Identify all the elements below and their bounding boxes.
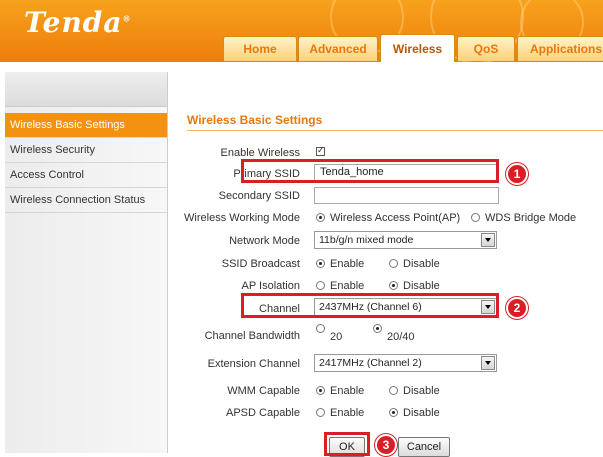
wmm-enable-radio[interactable] <box>316 386 325 395</box>
working-mode-label: Wireless Working Mode <box>184 212 300 224</box>
working-mode-wds-label: WDS Bridge Mode <box>485 212 577 224</box>
ap-isolation-enable-label: Enable <box>330 280 365 292</box>
logo-text: Tenda <box>24 6 123 39</box>
sidebar-item-wireless-basic-settings[interactable]: Wireless Basic Settings <box>5 113 167 138</box>
apsd-capable-label: APSD Capable <box>226 407 300 419</box>
ssid-broadcast-enable-radio[interactable] <box>316 259 325 268</box>
enable-wireless-checkbox[interactable]: ✓ <box>316 147 325 156</box>
ssid-broadcast-label: SSID Broadcast <box>221 258 300 270</box>
header-bar: Tenda® Home Advanced Wireless QoS Applic… <box>0 0 603 62</box>
annotation-marker-1: 1 <box>506 163 528 185</box>
network-mode-select[interactable]: 11b/g/n mixed mode <box>314 231 497 249</box>
wmm-disable-radio[interactable] <box>389 386 398 395</box>
apsd-enable-label: Enable <box>330 407 365 419</box>
cancel-button[interactable]: Cancel <box>398 437 450 457</box>
secondary-ssid-label: Secondary SSID <box>218 190 300 202</box>
tab-applications[interactable]: Applications <box>517 36 603 61</box>
ap-isolation-disable-label: Disable <box>403 280 440 292</box>
ssid-broadcast-enable-label: Enable <box>330 258 365 270</box>
header-divider <box>0 62 603 70</box>
highlight-box-2 <box>241 293 499 318</box>
wmm-enable-label: Enable <box>330 385 365 397</box>
ap-isolation-label: AP Isolation <box>241 280 300 292</box>
sidebar: Wireless Basic Settings Wireless Securit… <box>5 72 168 453</box>
tenda-logo: Tenda® <box>24 6 132 39</box>
enable-wireless-label: Enable Wireless <box>220 147 300 159</box>
ap-isolation-enable-radio[interactable] <box>316 281 325 290</box>
annotation-marker-2: 2 <box>506 297 528 319</box>
tab-home[interactable]: Home <box>223 36 297 61</box>
sidebar-item-wireless-security[interactable]: Wireless Security <box>5 138 167 163</box>
secondary-ssid-input[interactable] <box>314 187 499 204</box>
highlight-box-3 <box>324 432 370 456</box>
title-divider <box>187 130 603 131</box>
tab-advanced[interactable]: Advanced <box>298 36 378 61</box>
dropdown-arrow-icon <box>481 233 495 247</box>
ap-isolation-disable-radio[interactable] <box>389 281 398 290</box>
network-mode-label: Network Mode <box>229 235 300 247</box>
ssid-broadcast-disable-label: Disable <box>403 258 440 270</box>
extension-channel-value: 2417MHz (Channel 2) <box>319 357 422 369</box>
sidebar-header <box>5 72 167 107</box>
wmm-capable-label: WMM Capable <box>227 385 300 397</box>
network-mode-value: 11b/g/n mixed mode <box>319 234 414 246</box>
bandwidth-20-40-label: 20/40 <box>387 331 415 343</box>
wmm-disable-label: Disable <box>403 385 440 397</box>
sidebar-item-access-control[interactable]: Access Control <box>5 163 167 188</box>
dropdown-arrow-icon <box>481 356 495 370</box>
apsd-disable-radio[interactable] <box>389 408 398 417</box>
extension-channel-label: Extension Channel <box>207 358 300 370</box>
highlight-box-1 <box>241 159 499 183</box>
apsd-disable-label: Disable <box>403 407 440 419</box>
page-title: Wireless Basic Settings <box>187 113 323 127</box>
sidebar-item-wireless-connection-status[interactable]: Wireless Connection Status <box>5 188 167 213</box>
extension-channel-select[interactable]: 2417MHz (Channel 2) <box>314 354 497 372</box>
working-mode-ap-label: Wireless Access Point(AP) <box>330 212 461 224</box>
bandwidth-20-radio[interactable] <box>316 324 325 333</box>
ssid-broadcast-disable-radio[interactable] <box>389 259 398 268</box>
working-mode-wds-radio[interactable] <box>471 213 480 222</box>
bandwidth-20-label: 20 <box>330 331 343 343</box>
tab-wireless[interactable]: Wireless <box>380 34 455 62</box>
tab-qos[interactable]: QoS <box>457 36 515 61</box>
apsd-enable-radio[interactable] <box>316 408 325 417</box>
channel-bandwidth-label: Channel Bandwidth <box>204 330 300 342</box>
bandwidth-20-40-radio[interactable] <box>373 324 382 333</box>
working-mode-ap-radio[interactable] <box>316 213 325 222</box>
